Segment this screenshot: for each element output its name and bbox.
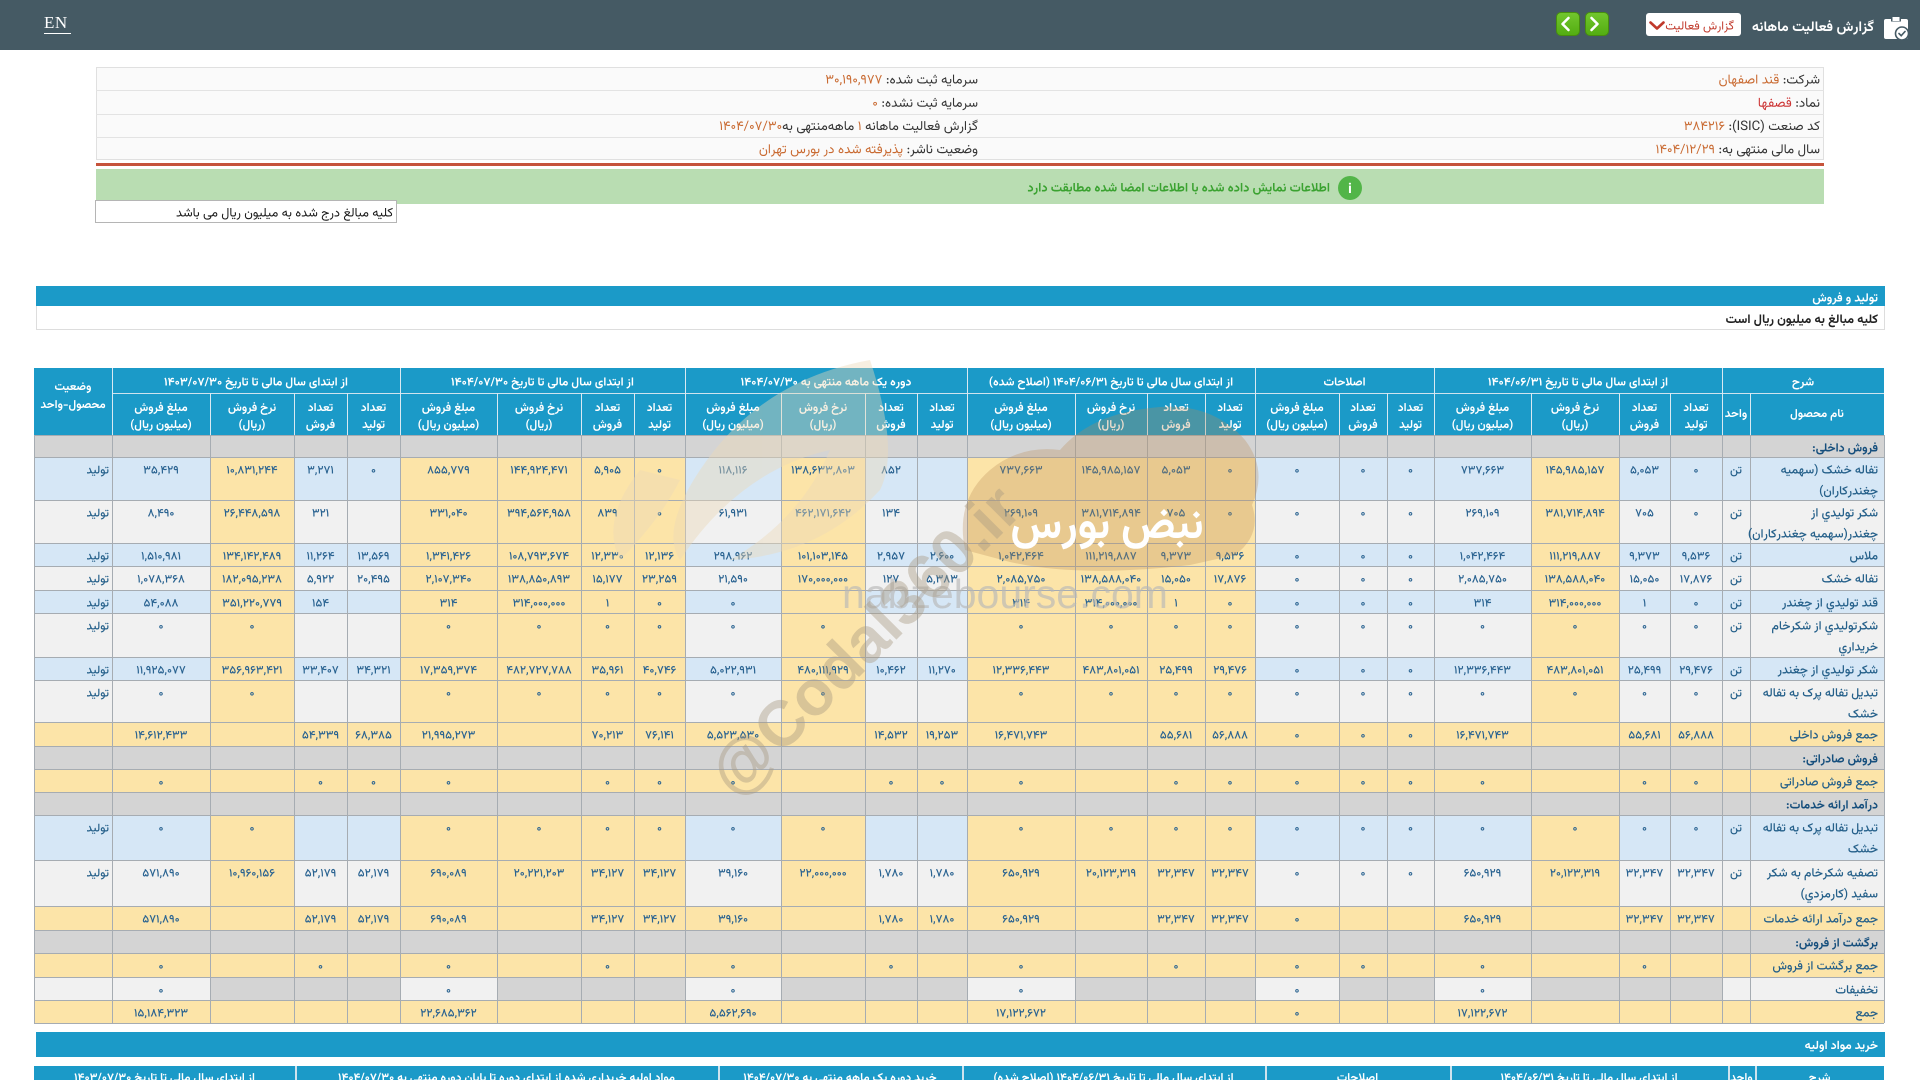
svg-text:@Codal360.ir: @Codal360.ir — [695, 471, 1034, 810]
